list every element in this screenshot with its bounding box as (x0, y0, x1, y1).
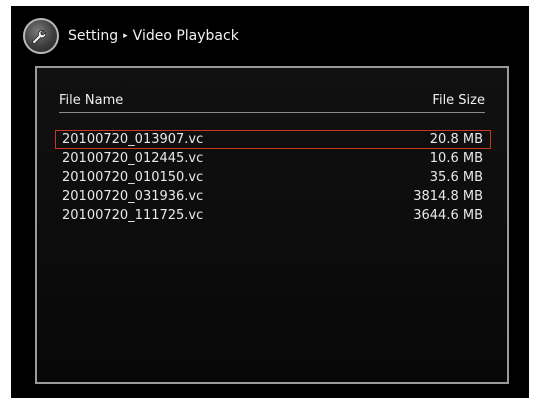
column-header-file-name: File Name (59, 93, 124, 108)
column-header: File Name File Size (59, 86, 485, 113)
file-name: 20100720_013907.vc (62, 132, 204, 147)
column-header-file-size: File Size (432, 93, 485, 108)
file-row[interactable]: 20100720_012445.vc 10.6 MB (55, 149, 491, 168)
file-row[interactable]: 20100720_010150.vc 35.6 MB (55, 168, 491, 187)
file-row[interactable]: 20100720_031936.vc 3814.8 MB (55, 187, 491, 206)
file-size: 3814.8 MB (413, 189, 483, 204)
file-row[interactable]: 20100720_013907.vc 20.8 MB (55, 130, 491, 149)
file-size: 10.6 MB (429, 151, 483, 166)
file-size: 3644.6 MB (413, 208, 483, 223)
file-name: 20100720_111725.vc (62, 208, 204, 223)
file-list: 20100720_013907.vc 20.8 MB 20100720_0124… (55, 130, 491, 225)
video-playback-screen: Setting ▸ Video Playback File Name File … (11, 6, 529, 398)
file-name: 20100720_012445.vc (62, 151, 204, 166)
breadcrumb-current: Video Playback (132, 28, 239, 44)
file-size: 35.6 MB (429, 170, 483, 185)
file-row[interactable]: 20100720_111725.vc 3644.6 MB (55, 206, 491, 225)
breadcrumb: Setting ▸ Video Playback (68, 28, 239, 44)
breadcrumb-parent[interactable]: Setting (68, 28, 118, 44)
file-name: 20100720_010150.vc (62, 170, 204, 185)
file-name: 20100720_031936.vc (62, 189, 204, 204)
wrench-icon (23, 18, 59, 54)
file-size: 20.8 MB (429, 132, 483, 147)
file-list-panel: File Name File Size 20100720_013907.vc 2… (35, 66, 509, 384)
header-bar: Setting ▸ Video Playback (23, 16, 239, 56)
breadcrumb-separator-icon: ▸ (123, 31, 128, 41)
